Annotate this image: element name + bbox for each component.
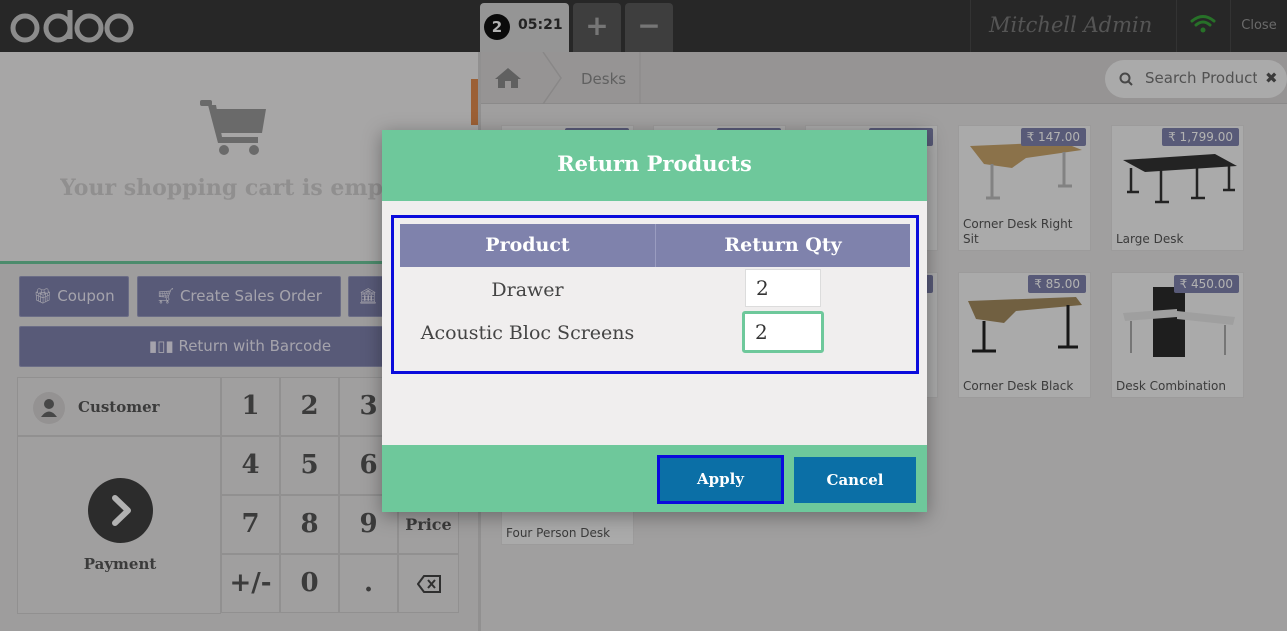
return-products-table: Product Return Qty Drawer Acoustic Bloc …	[391, 215, 919, 374]
return-qty-input[interactable]	[742, 311, 824, 353]
column-header-return-qty: Return Qty	[724, 234, 842, 256]
apply-button[interactable]: Apply	[657, 455, 784, 504]
row-product-name: Drawer	[491, 279, 564, 301]
table-header: Product Return Qty	[400, 224, 910, 267]
cancel-button[interactable]: Cancel	[794, 457, 916, 503]
row-product-name: Acoustic Bloc Screens	[420, 322, 635, 344]
dialog-title: Return Products	[382, 130, 927, 201]
return-qty-input[interactable]	[745, 269, 821, 307]
column-header-product: Product	[485, 234, 570, 256]
return-products-dialog: Return Products Product Return Qty Drawe…	[382, 130, 927, 512]
dialog-footer: Apply Cancel	[382, 445, 927, 512]
